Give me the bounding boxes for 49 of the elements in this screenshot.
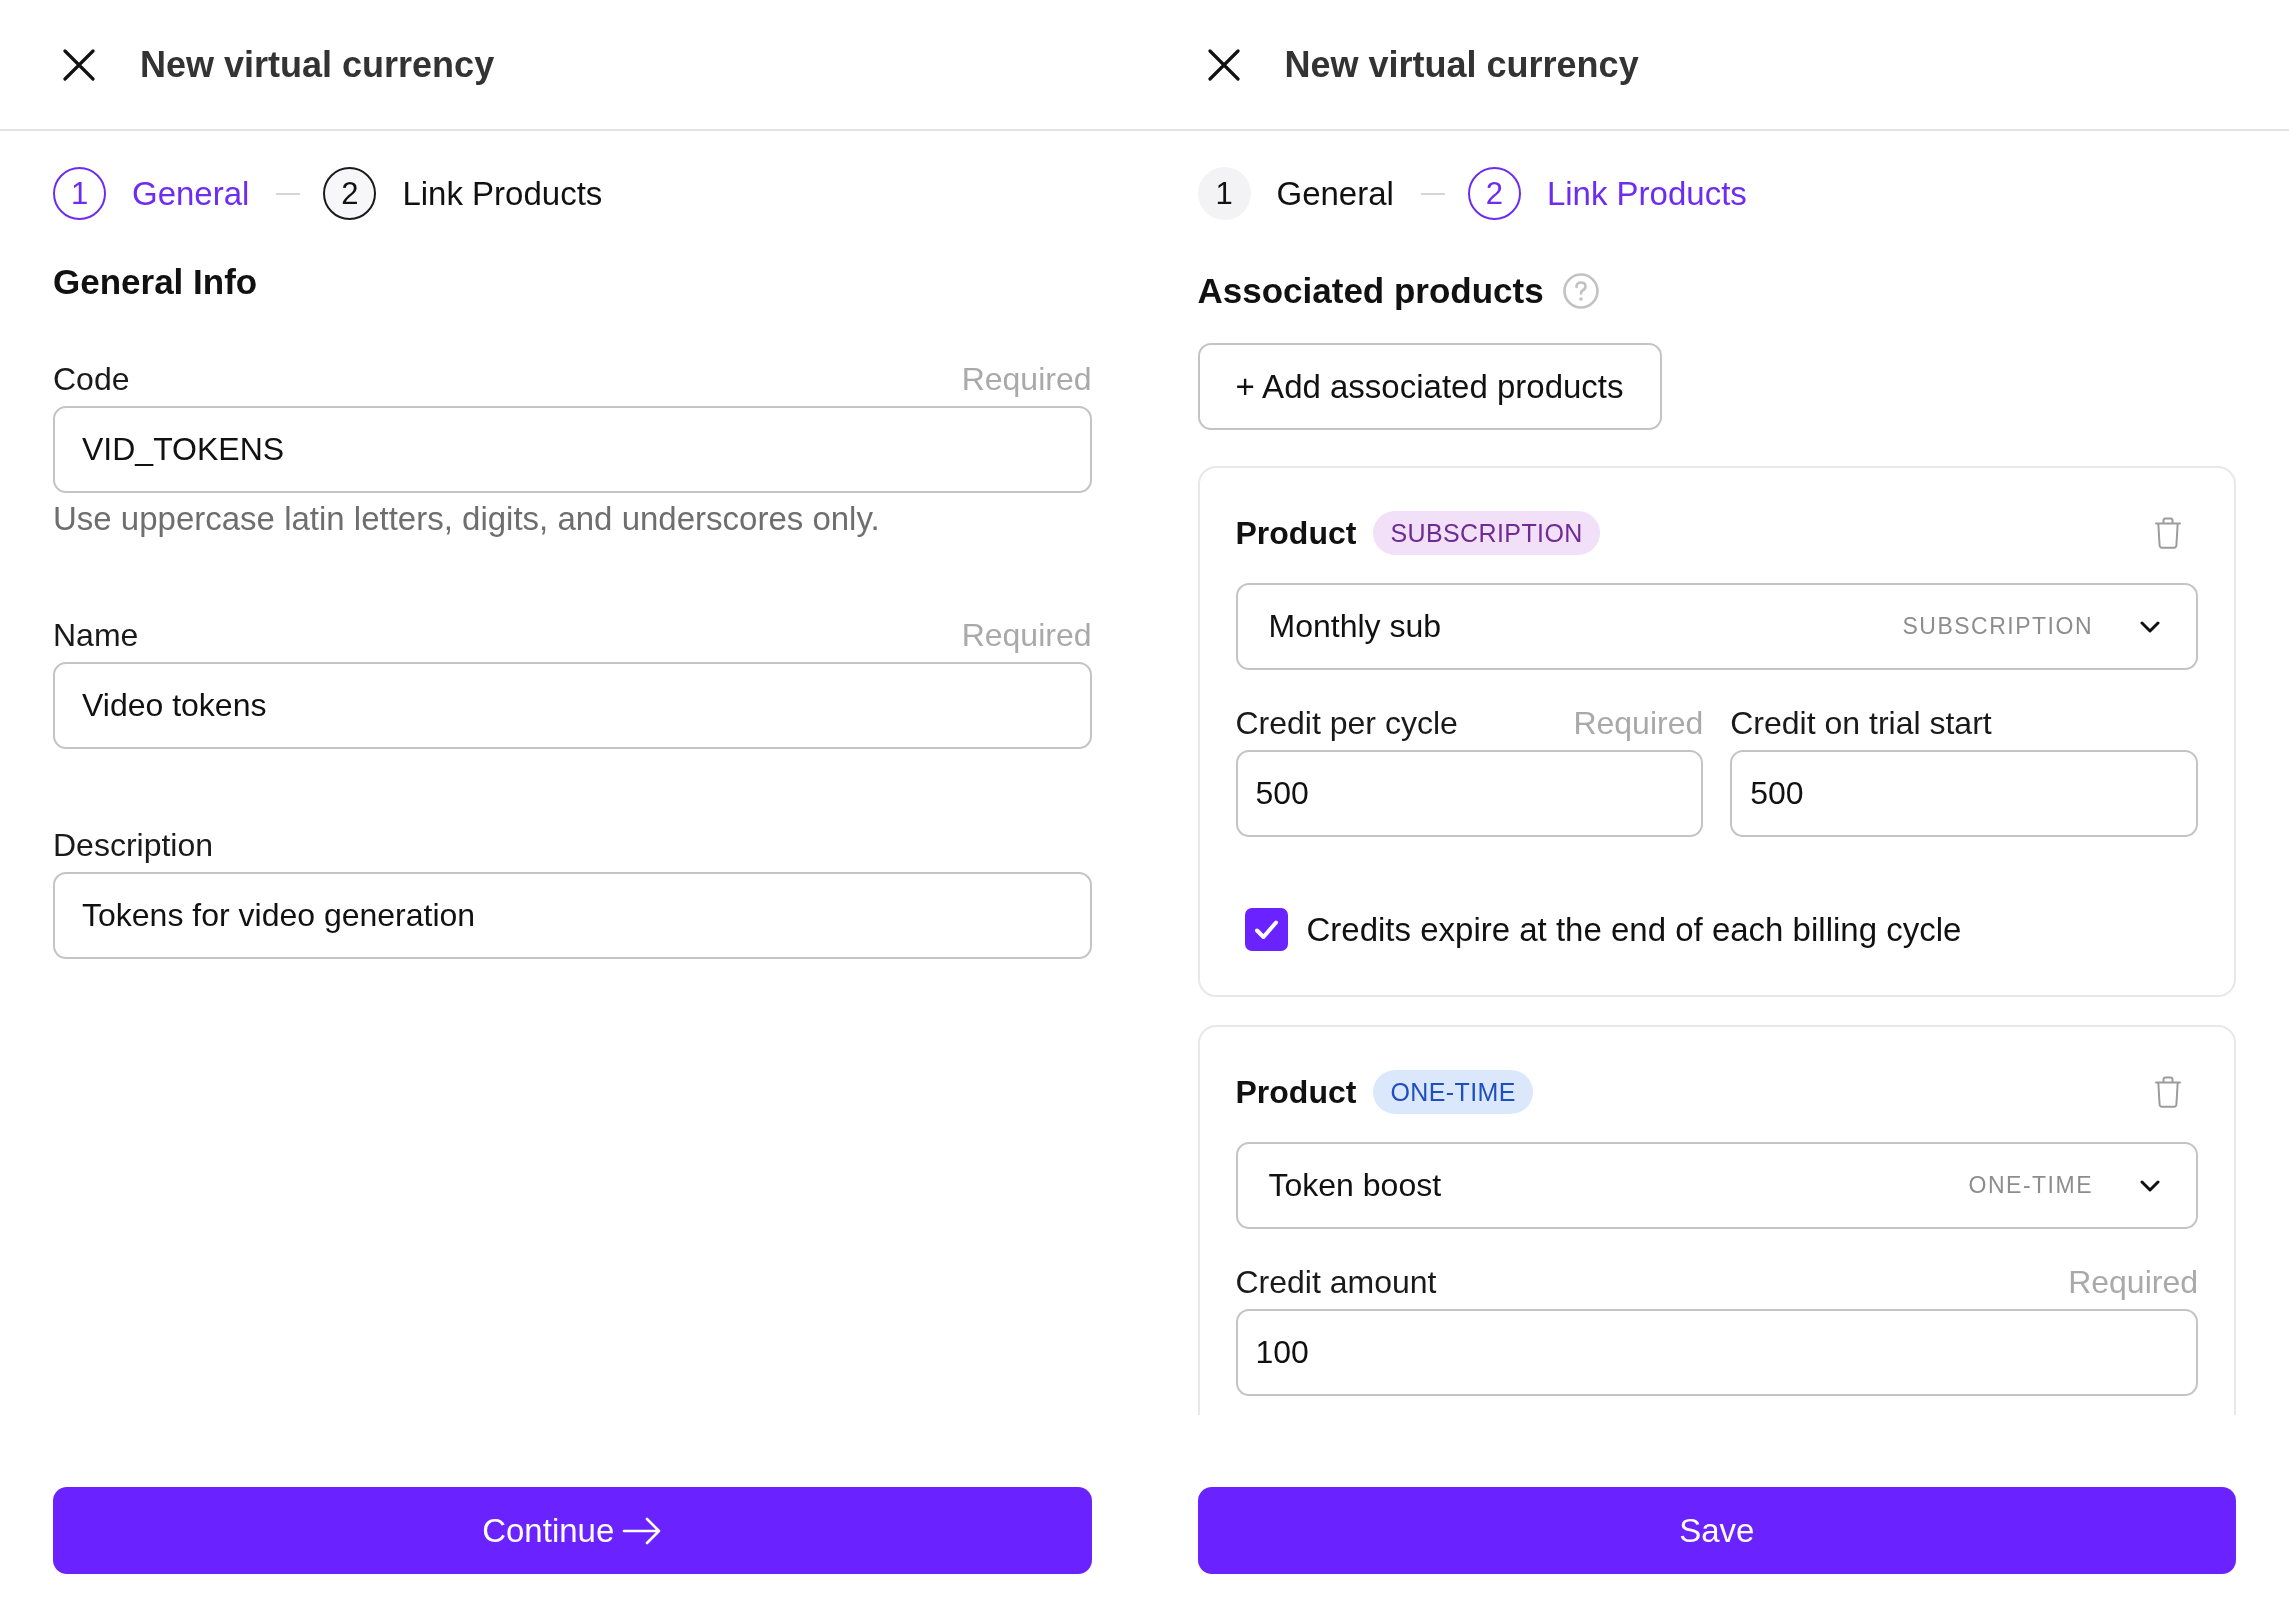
field-label: Credit amount <box>1235 1263 1437 1301</box>
product-type-label: SUBSCRIPTION <box>1902 613 2093 640</box>
step-number: 2 <box>1467 167 1521 220</box>
product-type-badge: ONE-TIME <box>1373 1070 1533 1114</box>
step-label: General <box>1276 173 1394 214</box>
required-note: Required <box>961 616 1092 654</box>
field-label: Description <box>53 826 214 864</box>
product-type-label: ONE-TIME <box>1968 1172 2093 1199</box>
step-label: Link Products <box>402 173 603 214</box>
step-number: 1 <box>53 167 106 220</box>
chevron-down-icon <box>2140 1179 2160 1192</box>
field-label: Credit per cycle <box>1235 704 1458 742</box>
section-title: General Info <box>53 261 259 303</box>
product-label: Product <box>1235 514 1357 552</box>
field-label: Name <box>53 616 139 654</box>
close-icon[interactable] <box>1207 48 1240 81</box>
checkbox[interactable] <box>1244 908 1288 951</box>
product-select[interactable]: Monthly sub SUBSCRIPTION <box>1235 583 2198 670</box>
text-field[interactable]: Video tokens <box>53 662 1092 749</box>
field-label: Code <box>53 360 130 398</box>
save-button[interactable]: Save <box>1197 1487 2236 1574</box>
arrow-right-icon <box>622 1516 663 1545</box>
dialog-title: New virtual currency <box>140 42 495 87</box>
text-field[interactable]: 500 <box>1235 750 1704 837</box>
product-type-badge: SUBSCRIPTION <box>1373 511 1600 555</box>
step-label: Link Products <box>1546 173 1747 214</box>
required-note: Required <box>961 360 1092 398</box>
field-hint: Use uppercase latin letters, digits, and underscores only. <box>53 499 881 539</box>
dialog-title: New virtual currency <box>1284 42 1639 87</box>
chevron-down-icon <box>2140 620 2160 633</box>
required-note: Required <box>1573 704 1704 742</box>
text-field[interactable]: 100 <box>1235 1309 2198 1396</box>
trash-icon[interactable] <box>2155 1076 2181 1108</box>
add-products-button[interactable]: + Add associated products <box>1197 343 1662 430</box>
required-note: Required <box>2068 1263 2198 1301</box>
text-field[interactable]: VID_TOKENS <box>53 406 1092 493</box>
step-number: 2 <box>323 167 377 220</box>
text-field[interactable]: Tokens for video generation <box>53 872 1092 959</box>
section-title: Associated products <box>1197 270 1544 312</box>
product-select[interactable]: Token boost ONE-TIME <box>1235 1142 2198 1229</box>
continue-button[interactable]: Continue <box>53 1487 1092 1574</box>
text-field[interactable]: 500 <box>1730 750 2198 837</box>
step-number: 1 <box>1197 167 1251 220</box>
step-label: General <box>132 173 250 214</box>
trash-icon[interactable] <box>2155 517 2181 549</box>
product-label: Product <box>1235 1073 1357 1111</box>
checkbox-label: Credits expire at the end of each billing cycle <box>1306 909 1962 950</box>
field-label: Credit on trial start <box>1730 704 1992 742</box>
close-icon[interactable] <box>63 48 95 81</box>
